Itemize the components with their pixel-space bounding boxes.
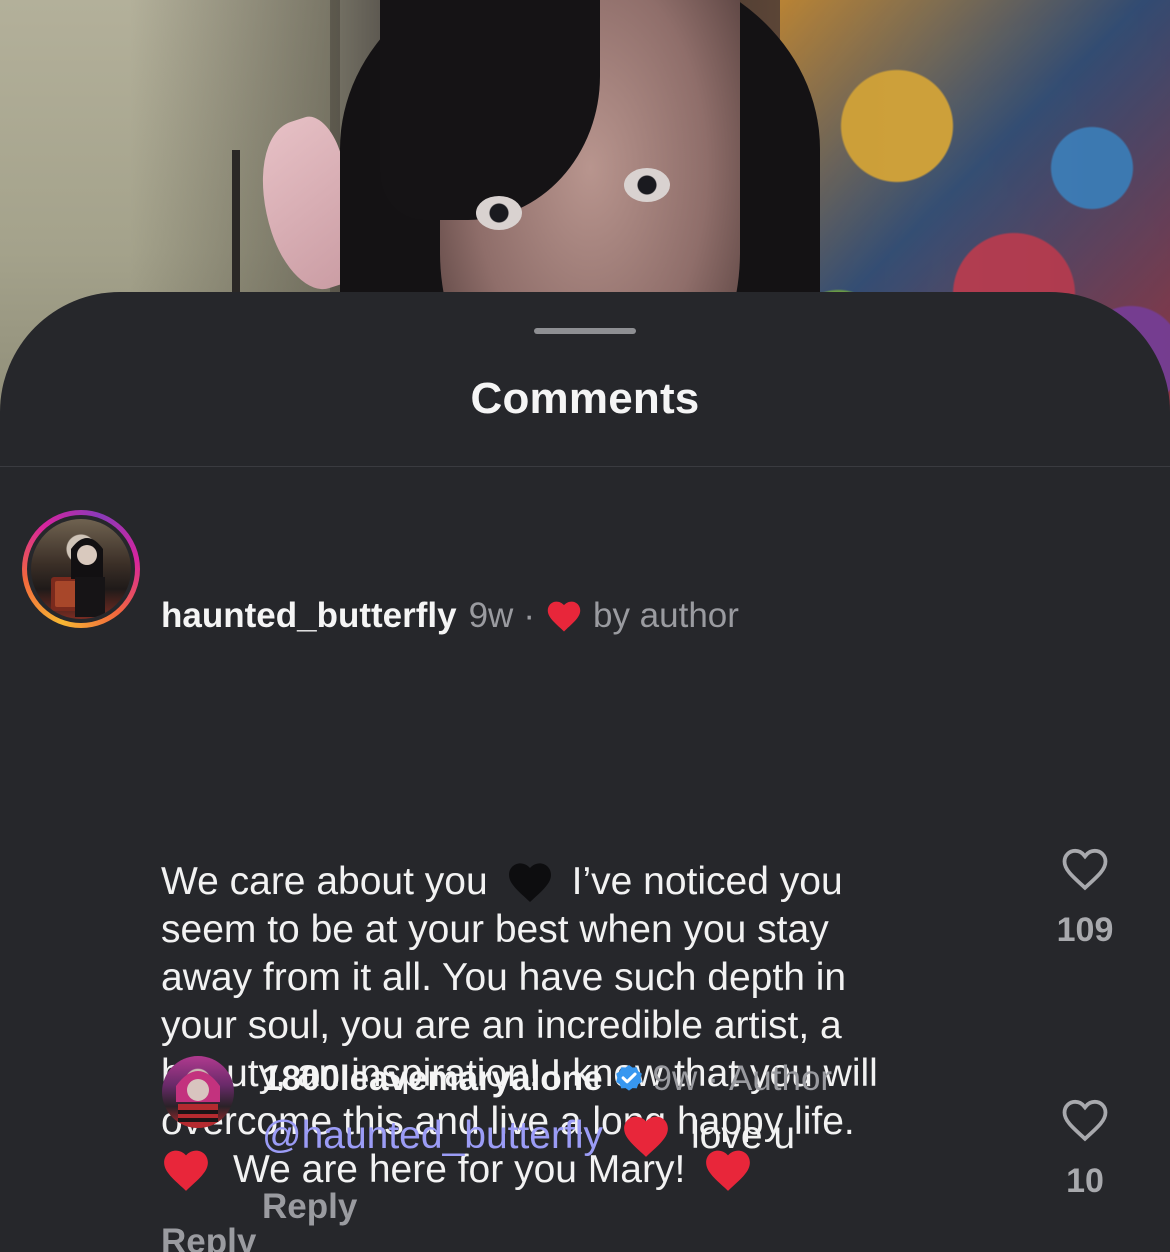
comment-header: 1800leavemaryalone 9w · Author	[262, 1059, 832, 1099]
like-control: 10	[1045, 1097, 1125, 1201]
reply-button[interactable]: Reply	[262, 1187, 357, 1227]
comment-text-line: @haunted_butterfly love u	[262, 1110, 795, 1162]
comment-text: love u	[690, 1114, 796, 1157]
red-heart-emoji	[624, 1116, 668, 1157]
author-badge: Author	[728, 1059, 833, 1098]
avatar-illustration	[176, 1071, 220, 1128]
heart-outline-icon[interactable]	[1059, 1097, 1111, 1143]
meta-separator: ·	[707, 1059, 719, 1098]
comment-age: 9w	[652, 1059, 698, 1098]
screen: Comments haunted_butterfly 9w · by autho…	[0, 0, 1170, 1252]
like-count: 10	[1066, 1162, 1104, 1200]
verified-badge-icon	[615, 1065, 642, 1091]
comment-username[interactable]: 1800leavemaryalone	[262, 1059, 603, 1099]
reply-comment-item: 1800leavemaryalone 9w · Author @haunted_…	[0, 0, 1170, 1252]
mention-link[interactable]: @haunted_butterfly	[262, 1114, 603, 1158]
avatar[interactable]	[162, 1056, 234, 1128]
